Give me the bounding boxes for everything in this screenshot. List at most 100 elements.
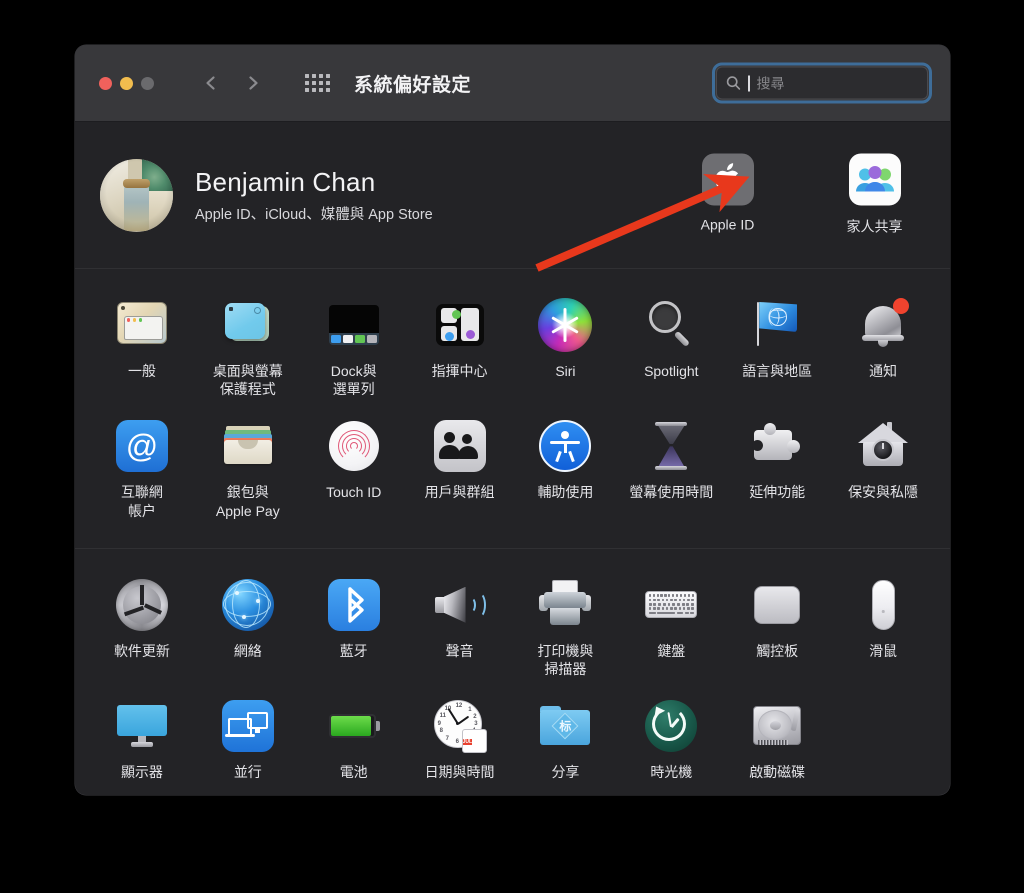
pref-label: 輔助使用 bbox=[537, 484, 594, 501]
pref-extensions[interactable]: 延伸功能 bbox=[724, 412, 830, 533]
language-region-icon bbox=[749, 297, 805, 353]
pref-wallet-applepay[interactable]: 銀包與 Apple Pay bbox=[195, 412, 301, 533]
pref-row: 一般 桌面與螢幕 保護程式 Dock與 選單列 指揮中心 Siri Spotli… bbox=[75, 291, 950, 412]
page-title: 系統偏好設定 bbox=[354, 74, 472, 96]
pref-desktop-screensaver[interactable]: 桌面與螢幕 保護程式 bbox=[195, 291, 301, 412]
search-field-container[interactable]: 搜尋 bbox=[712, 62, 932, 104]
extensions-icon bbox=[749, 418, 805, 474]
pref-sidecar[interactable]: 並行 bbox=[195, 692, 301, 795]
pref-users-groups[interactable]: 用戶與群組 bbox=[407, 412, 513, 533]
pref-spotlight[interactable]: Spotlight bbox=[618, 291, 724, 412]
close-button[interactable] bbox=[99, 76, 112, 90]
pref-displays[interactable]: 顯示器 bbox=[89, 692, 195, 795]
pref-label: Spotlight bbox=[644, 363, 699, 379]
sidecar-icon bbox=[220, 698, 276, 754]
pref-label: 軟件更新 bbox=[113, 642, 170, 659]
pref-date-time[interactable]: 12 3 6 9 10 11 1 2 4 5 7 8 bbox=[407, 692, 513, 795]
control-center-icon bbox=[432, 297, 488, 353]
pref-mouse[interactable]: 滑鼠 bbox=[830, 571, 936, 692]
screen-time-icon bbox=[643, 418, 699, 474]
family-people-glyph bbox=[855, 166, 894, 192]
date-time-icon: 12 3 6 9 10 11 1 2 4 5 7 8 bbox=[432, 698, 488, 754]
calendar-day: 17 bbox=[463, 749, 477, 752]
spotlight-icon bbox=[643, 297, 699, 353]
pref-siri[interactable]: Siri bbox=[513, 291, 619, 412]
forward-chevron-icon[interactable] bbox=[244, 74, 262, 92]
time-machine-icon bbox=[643, 698, 699, 754]
pref-accessibility[interactable]: 輔助使用 bbox=[513, 412, 619, 533]
apple-logo-icon bbox=[701, 153, 754, 206]
window-titlebar: 系統偏好設定 搜尋 bbox=[75, 45, 950, 122]
account-pref-icons: Apple ID 家人共享 bbox=[680, 153, 922, 237]
pref-trackpad[interactable]: 觸控板 bbox=[724, 571, 830, 692]
pref-time-machine[interactable]: 時光機 bbox=[618, 692, 724, 795]
pref-security-privacy[interactable]: 保安與私隱 bbox=[830, 412, 936, 533]
pref-label: 顯示器 bbox=[120, 764, 163, 781]
search-icon bbox=[726, 76, 741, 90]
preferences-section-personal: 一般 桌面與螢幕 保護程式 Dock與 選單列 指揮中心 Siri Spotli… bbox=[75, 269, 950, 549]
internet-accounts-icon: @ bbox=[114, 418, 170, 474]
pref-label: 互聯網 帳户 bbox=[120, 484, 163, 519]
mouse-icon bbox=[855, 577, 911, 633]
pref-row: @ 互聯網 帳户 銀包與 Apple Pay Touch ID 用戶與群組 輔助… bbox=[75, 412, 950, 533]
pref-label: Touch ID bbox=[326, 484, 382, 501]
pref-label: 銀包與 Apple Pay bbox=[215, 484, 280, 519]
pref-apple-id[interactable]: Apple ID bbox=[680, 153, 775, 237]
startup-disk-icon bbox=[749, 698, 805, 754]
pref-dock-menubar[interactable]: Dock與 選單列 bbox=[301, 291, 407, 412]
sound-icon bbox=[432, 577, 488, 633]
trackpad-icon bbox=[749, 577, 805, 633]
software-update-icon bbox=[114, 577, 170, 633]
pref-general[interactable]: 一般 bbox=[89, 291, 195, 412]
pref-label: 用戶與群組 bbox=[424, 484, 495, 501]
pref-sound[interactable]: 聲音 bbox=[407, 571, 513, 692]
pref-keyboard[interactable]: 鍵盤 bbox=[618, 571, 724, 692]
traffic-light-buttons bbox=[99, 76, 154, 90]
system-preferences-window: 系統偏好設定 搜尋 Benjamin Chan Apple ID、iCloud、… bbox=[75, 45, 950, 795]
pref-label: Siri bbox=[555, 363, 576, 379]
apple-logo-glyph bbox=[715, 163, 739, 193]
minimize-button[interactable] bbox=[120, 76, 133, 90]
back-chevron-icon[interactable] bbox=[202, 74, 220, 92]
network-icon bbox=[220, 577, 276, 633]
avatar[interactable] bbox=[100, 158, 173, 232]
pref-control-center[interactable]: 指揮中心 bbox=[407, 291, 513, 412]
general-icon bbox=[114, 297, 170, 353]
pref-label: 打印機與 掃描器 bbox=[537, 642, 594, 677]
zoom-button[interactable] bbox=[141, 76, 154, 90]
pref-sharing[interactable]: 标 分享 bbox=[513, 692, 619, 795]
pref-network[interactable]: 網絡 bbox=[195, 571, 301, 692]
calendar-month: JUL bbox=[462, 739, 473, 746]
security-privacy-icon bbox=[855, 418, 911, 474]
pref-screen-time[interactable]: 螢幕使用時間 bbox=[618, 412, 724, 533]
calendar-badge: JUL 17 bbox=[461, 729, 487, 754]
displays-icon bbox=[114, 698, 170, 754]
pref-battery[interactable]: 電池 bbox=[301, 692, 407, 795]
pref-label: 啟動磁碟 bbox=[749, 764, 806, 781]
apple-id-banner[interactable]: Benjamin Chan Apple ID、iCloud、媒體與 App St… bbox=[75, 122, 950, 269]
pref-family-sharing[interactable]: 家人共享 bbox=[827, 153, 922, 237]
pref-label: 聲音 bbox=[445, 642, 474, 659]
pref-notifications[interactable]: 通知 bbox=[830, 291, 936, 412]
pref-printers-scanners[interactable]: 打印機與 掃描器 bbox=[513, 571, 619, 692]
desktop-screensaver-icon bbox=[220, 297, 276, 353]
show-all-grid-icon[interactable] bbox=[305, 74, 330, 92]
pref-bluetooth[interactable]: 藍牙 bbox=[301, 571, 407, 692]
notification-badge bbox=[893, 298, 910, 314]
users-groups-icon bbox=[432, 418, 488, 474]
account-text-block: Benjamin Chan Apple ID、iCloud、媒體與 App St… bbox=[195, 167, 433, 224]
pref-startup-disk[interactable]: 啟動磁碟 bbox=[724, 692, 830, 795]
pref-label: 並行 bbox=[233, 764, 262, 781]
pref-internet-accounts[interactable]: @ 互聯網 帳户 bbox=[89, 412, 195, 533]
touch-id-icon bbox=[326, 418, 382, 474]
text-cursor bbox=[748, 75, 750, 91]
pref-label: 藍牙 bbox=[339, 642, 368, 659]
pref-software-update[interactable]: 軟件更新 bbox=[89, 571, 195, 692]
pref-touch-id[interactable]: Touch ID bbox=[301, 412, 407, 533]
pref-label: Dock與 選單列 bbox=[330, 363, 377, 398]
pref-language-region[interactable]: 語言與地區 bbox=[724, 291, 830, 412]
accessibility-icon bbox=[537, 418, 593, 474]
sharing-icon: 标 bbox=[537, 698, 593, 754]
pref-label: 時光機 bbox=[650, 764, 693, 781]
search-input[interactable]: 搜尋 bbox=[716, 66, 928, 100]
